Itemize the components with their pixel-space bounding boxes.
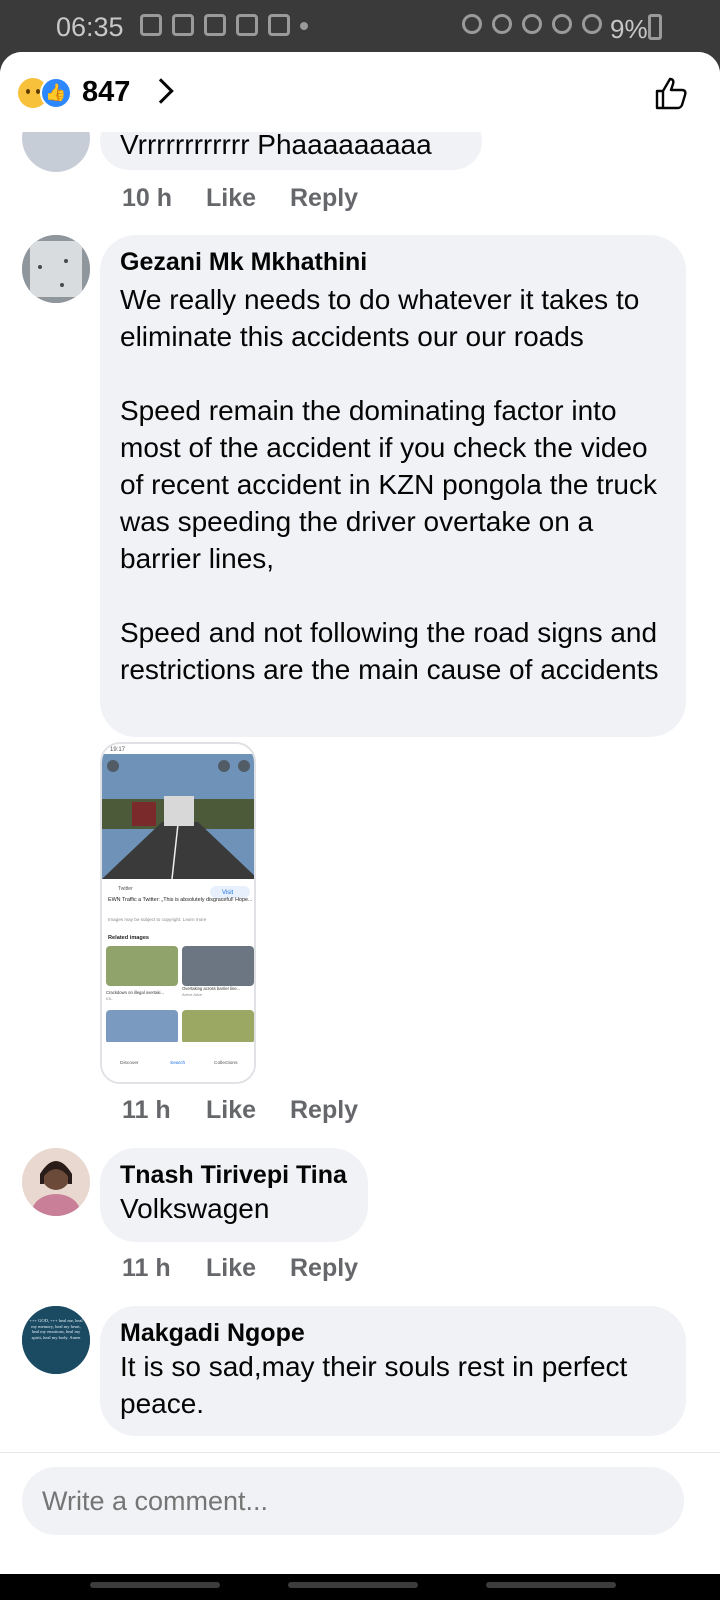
comment-bubble: Tnash Tirivepi Tina Volkswagen [100, 1148, 368, 1242]
status-bar: 06:35 9% [0, 0, 720, 56]
like-comment-button[interactable]: Like [206, 1254, 290, 1283]
lock-icon [462, 14, 482, 34]
reply-comment-button[interactable]: Reply [290, 1254, 358, 1283]
thumb-related-title: Related images [108, 935, 149, 941]
more-notifications-dot [300, 22, 308, 30]
gmail-icon [268, 14, 290, 36]
comment-time: 11 h [122, 1096, 171, 1124]
reply-comment-button[interactable]: Reply [290, 1096, 358, 1125]
comment-time: 10 h [122, 184, 173, 212]
notification-icons [140, 14, 308, 36]
comment-text: It is so sad,may their souls rest in per… [120, 1351, 628, 1419]
chevron-right-icon[interactable] [148, 78, 174, 104]
comment-author[interactable]: Tnash Tirivepi Tina [120, 1160, 348, 1190]
avatar-image [22, 235, 90, 303]
message-icon [140, 14, 162, 36]
avatar-image [22, 1148, 90, 1216]
wifi-icon [552, 14, 572, 34]
thumb-related-1: Crackdown on illegal overtaki... [106, 990, 164, 995]
battery-icon [648, 14, 662, 40]
thumb-caption: EWN Traffic a Twitter: „This is absolute… [108, 897, 253, 903]
screenshot-image: 19:17 Twitter Visit EWN Traffic a Twitte… [102, 744, 254, 1082]
thumb-status-time: 19:17 [110, 747, 126, 753]
thumb-related-1-src: IOL [106, 996, 113, 1001]
avatar-prayer-text: +++ GOD, +++ heal me, heal my memory, he… [29, 1318, 83, 1340]
battery-level: 9% [610, 14, 648, 44]
download-icon [172, 14, 194, 36]
comment-composer [0, 1452, 720, 1590]
signal-icon [582, 14, 602, 34]
system-navigation-bar [0, 1574, 720, 1600]
comment-author[interactable]: Makgadi Ngope [120, 1318, 666, 1348]
reply-comment-button[interactable]: Reply [290, 184, 358, 213]
comment-time: 11 h [122, 1254, 171, 1282]
comment-input[interactable] [22, 1467, 684, 1535]
thumb-nav-collections: Collections [214, 1060, 238, 1066]
comment-bubble: Makgadi Ngope It is so sad,may their sou… [100, 1306, 686, 1436]
like-comment-button[interactable]: Like [206, 184, 290, 213]
thumb-nav-search: Search [170, 1060, 186, 1066]
comment-actions: 10 h Like Reply [122, 184, 358, 213]
comments-sheet: 👍 847 Vrrrrrrrrrrrr Phaaaaaaaaa 10 h Lik… [0, 52, 720, 1590]
thumb-related-2-src: Arrive Alive [182, 992, 203, 997]
comment-bubble: Gezani Mk Mkhathini We really needs to d… [100, 235, 686, 737]
comment-text: We really needs to do whatever it takes … [120, 284, 659, 685]
comment-actions: 11 h Like Reply [122, 1096, 358, 1125]
app-icon [204, 14, 226, 36]
comment-actions: 11 h Like Reply [122, 1254, 358, 1283]
avatar[interactable] [22, 235, 90, 303]
back-button[interactable] [486, 1582, 616, 1588]
thumb-related-2: Overtaking across barrier line... [182, 986, 240, 991]
avatar-image: +++ GOD, +++ heal me, heal my memory, he… [22, 1306, 90, 1374]
avatar[interactable]: +++ GOD, +++ heal me, heal my memory, he… [22, 1306, 90, 1374]
like-reaction-icon: 👍 [40, 77, 72, 109]
reaction-icons[interactable]: 👍 [18, 77, 78, 109]
home-button[interactable] [288, 1582, 418, 1588]
settings-icon [236, 14, 258, 36]
recents-button[interactable] [90, 1582, 220, 1588]
mute-icon [522, 14, 542, 34]
comment-image-attachment[interactable]: 19:17 Twitter Visit EWN Traffic a Twitte… [100, 742, 256, 1084]
comment-text: Volkswagen [120, 1193, 270, 1224]
thumb-nav-discover: Discover [120, 1060, 139, 1066]
thumb-copyright: Images may be subject to copyright. Lear… [108, 917, 207, 922]
like-comment-button[interactable]: Like [206, 1096, 290, 1125]
reactions-header: 👍 847 [0, 52, 720, 132]
reaction-count[interactable]: 847 [82, 76, 130, 109]
comment-author[interactable]: Gezani Mk Mkhathini [120, 247, 666, 277]
system-icons [462, 14, 602, 34]
like-post-icon[interactable] [654, 76, 690, 110]
alarm-icon [492, 14, 512, 34]
thumb-source: Twitter [118, 886, 133, 892]
thumb-visit: Visit [222, 890, 234, 896]
clock: 06:35 [56, 12, 124, 42]
avatar[interactable] [22, 1148, 90, 1216]
